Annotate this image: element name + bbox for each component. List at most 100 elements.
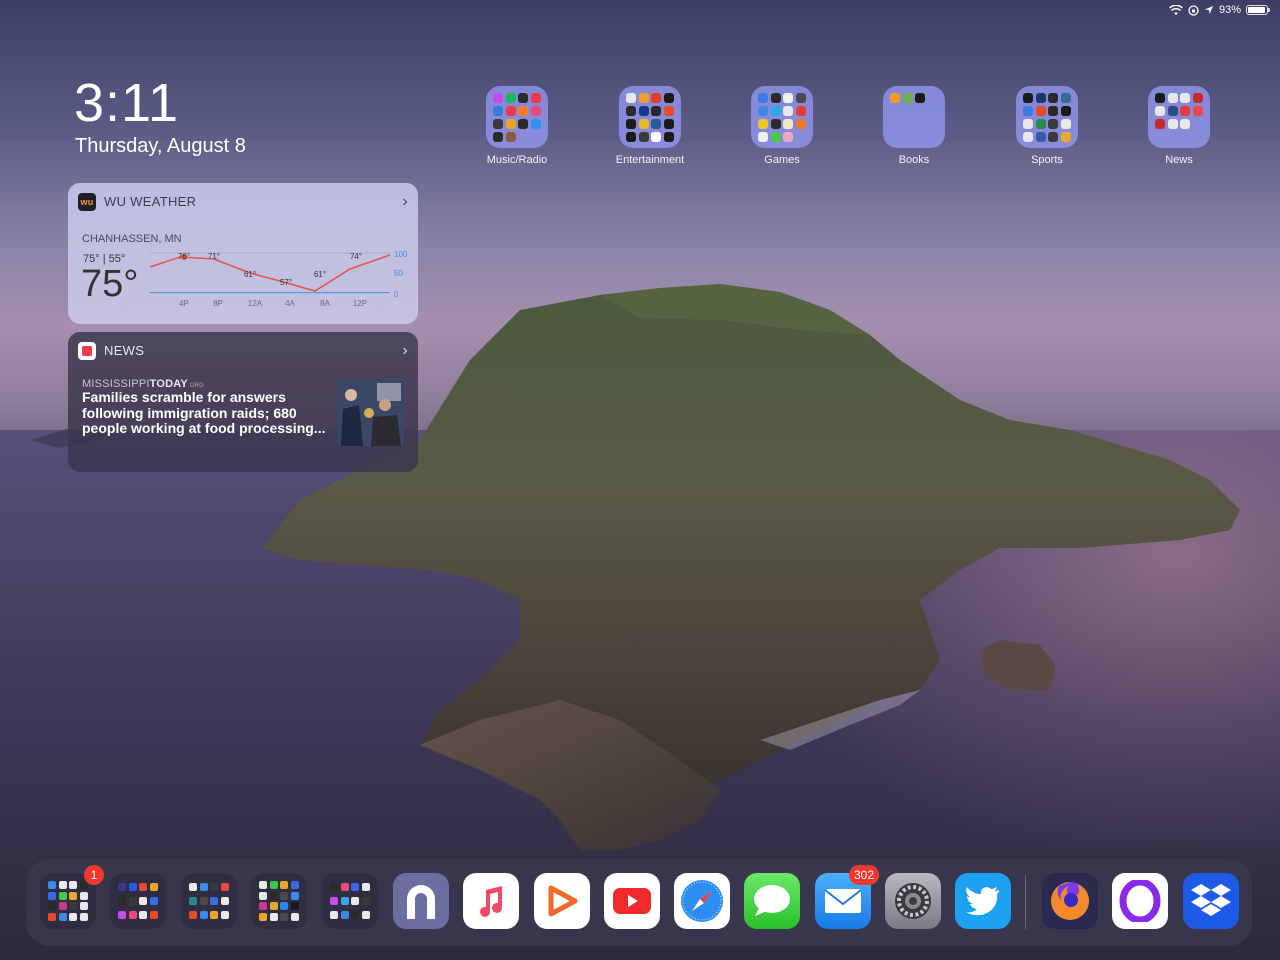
mini-app-icon <box>259 912 267 921</box>
folder-label: Books <box>898 154 930 166</box>
mini-app-icon <box>48 891 56 900</box>
mini-app-icon <box>1180 106 1190 116</box>
mini-app-icon <box>783 119 793 129</box>
weather-widget-header[interactable]: wu WU WEATHER › <box>68 183 418 220</box>
mini-app-icon <box>1192 106 1203 116</box>
mini-app-icon <box>79 881 88 890</box>
mini-app-icon <box>220 911 229 919</box>
dock-folder[interactable] <box>110 873 166 929</box>
mail-badge: 302 <box>848 865 879 885</box>
mail-app-icon[interactable]: 302 <box>815 865 879 929</box>
folder-news[interactable]: News <box>1129 86 1229 166</box>
mini-app-icon <box>1023 119 1033 129</box>
mini-app-icon <box>139 897 147 905</box>
mini-app-icon <box>149 883 158 891</box>
dock: 1 302 <box>26 859 1252 946</box>
mini-app-icon <box>1180 119 1190 129</box>
mini-app-icon <box>1048 119 1058 129</box>
mini-app-icon <box>1023 132 1033 142</box>
mini-app-icon <box>795 119 806 129</box>
mini-app-icon <box>210 883 218 891</box>
folder-sports[interactable]: Sports <box>997 86 1097 166</box>
mini-app-icon <box>1167 106 1178 116</box>
folder-icon[interactable] <box>619 86 681 148</box>
folder-entertainment[interactable]: Entertainment <box>600 86 700 166</box>
mini-app-icon <box>1035 106 1046 116</box>
mini-app-icon <box>280 891 288 900</box>
infuse-app-icon[interactable] <box>534 873 590 929</box>
status-bar: 93% <box>1168 4 1270 16</box>
mini-app-icon <box>189 897 197 905</box>
chevron-right-icon[interactable]: › <box>402 193 408 211</box>
mini-app-icon <box>48 902 56 911</box>
folder-label: Entertainment <box>615 154 685 166</box>
music-app-icon[interactable] <box>463 873 519 929</box>
mini-app-icon <box>1048 106 1058 116</box>
folder-icon[interactable] <box>1016 86 1078 148</box>
folder-books[interactable]: Books <box>864 86 964 166</box>
mini-app-icon <box>330 883 338 891</box>
mini-app-icon <box>1060 119 1071 129</box>
folder-label: News <box>1165 154 1193 166</box>
folder-label: Music/Radio <box>486 154 548 166</box>
mini-app-icon <box>626 93 636 103</box>
x-tick-label: 4P <box>179 299 189 308</box>
mini-app-icon <box>210 897 218 905</box>
mini-app-icon <box>1060 93 1071 103</box>
mini-app-icon <box>638 93 649 103</box>
mini-app-icon <box>493 119 503 129</box>
mini-app-icon <box>1060 106 1071 116</box>
mini-app-icon <box>220 883 229 891</box>
twitter-app-icon[interactable] <box>955 873 1011 929</box>
folder-icon[interactable] <box>486 86 548 148</box>
mini-app-icon <box>638 106 649 116</box>
folder-icon[interactable] <box>1148 86 1210 148</box>
news-thumbnail[interactable] <box>337 379 404 446</box>
mini-app-icon <box>783 132 793 142</box>
mini-app-icon <box>770 132 781 142</box>
mini-app-icon <box>58 881 67 890</box>
news-widget[interactable]: NEWS › MISSISSIPPITODAY.ORG Families scr… <box>68 332 418 472</box>
opera-touch-app-icon[interactable] <box>1112 873 1168 929</box>
mini-app-icon <box>1155 119 1165 129</box>
safari-app-icon[interactable] <box>674 873 730 929</box>
notification-badge: 1 <box>84 865 104 885</box>
firefox-app-icon[interactable] <box>1042 873 1098 929</box>
folder-games[interactable]: Games <box>732 86 832 166</box>
settings-app-icon[interactable] <box>885 873 941 929</box>
messages-app-icon[interactable] <box>744 873 800 929</box>
mini-app-icon <box>259 902 267 911</box>
x-tick-label: 8A <box>320 299 330 308</box>
mini-app-icon <box>189 911 197 919</box>
mini-app-icon <box>69 881 77 890</box>
chevron-right-icon[interactable]: › <box>402 342 408 360</box>
mini-app-icon <box>330 897 338 905</box>
folder-icon[interactable] <box>883 86 945 148</box>
wu-weather-app-icon: wu <box>78 192 96 211</box>
folder-label: Games <box>764 154 800 166</box>
mini-app-icon <box>1180 93 1190 103</box>
mini-app-icon <box>626 106 636 116</box>
dock-folder[interactable] <box>181 873 237 929</box>
news-widget-header[interactable]: NEWS › <box>68 332 418 369</box>
mini-app-icon <box>795 106 806 116</box>
weather-location: CHANHASSEN, MN <box>82 233 182 245</box>
folder-music-radio[interactable]: Music/Radio <box>467 86 567 166</box>
mini-app-icon <box>280 881 288 890</box>
dock-folder[interactable] <box>322 873 378 929</box>
mini-app-icon <box>290 912 299 921</box>
mini-app-icon <box>505 119 516 129</box>
folder-icon[interactable] <box>751 86 813 148</box>
dropbox-app-icon[interactable] <box>1183 873 1239 929</box>
weather-widget[interactable]: wu WU WEATHER › CHANHASSEN, MN 75° | 55°… <box>68 183 418 324</box>
news-headline[interactable]: Families scramble for answers following … <box>82 389 327 437</box>
mini-app-icon <box>1060 132 1071 142</box>
notchmeister-app-icon[interactable] <box>393 873 449 929</box>
mini-app-icon <box>663 119 674 129</box>
dock-folder[interactable]: 1 <box>40 865 104 929</box>
youtube-app-icon[interactable] <box>604 873 660 929</box>
mini-app-icon <box>69 902 77 911</box>
dock-folder[interactable] <box>251 873 307 929</box>
temp-label: 57° <box>280 278 292 287</box>
mini-app-icon <box>493 106 503 116</box>
